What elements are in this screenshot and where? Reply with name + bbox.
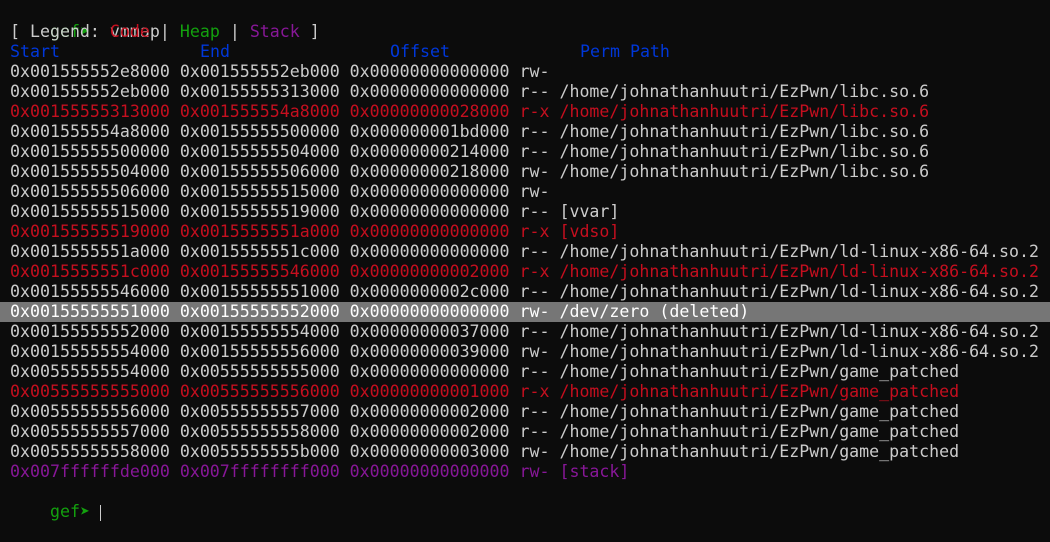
table-row: 0x00155555500000 0x00155555504000 0x0000… bbox=[10, 142, 930, 161]
text-cursor bbox=[99, 504, 101, 521]
header-offset: Offset bbox=[390, 42, 450, 61]
table-header: Start End Offset Perm Path bbox=[10, 42, 1050, 62]
table-row: 0x00155555546000 0x00155555551000 0x0000… bbox=[10, 282, 1039, 301]
table-row: 0x00155555515000 0x00155555519000 0x0000… bbox=[10, 202, 620, 221]
legend-code: Code bbox=[109, 22, 150, 41]
table-row: 0x0015555551c000 0x00155555546000 0x0000… bbox=[10, 262, 1039, 281]
terminal-window[interactable]: gef➤ vmmap [ Legend: Code | Heap | Stack… bbox=[0, 2, 1050, 521]
table-row: 0x0015555551a000 0x0015555551c000 0x0000… bbox=[10, 242, 1039, 261]
table-row: 0x00155555504000 0x00155555506000 0x0000… bbox=[10, 162, 930, 181]
table-row: 0x00155555554000 0x00155555556000 0x0000… bbox=[10, 342, 1039, 361]
table-row: 0x007ffffffde000 0x007ffffffff000 0x0000… bbox=[10, 462, 630, 481]
legend-heap: Heap bbox=[179, 22, 220, 41]
header-perm-path: Perm Path bbox=[580, 42, 670, 61]
table-row: 0x00555555556000 0x00555555557000 0x0000… bbox=[10, 402, 960, 421]
table-row: 0x00155555552000 0x00155555554000 0x0000… bbox=[10, 322, 1039, 341]
table-row: 0x00155555313000 0x001555554a8000 0x0000… bbox=[10, 102, 930, 121]
gef-prompt-next: gef➤ bbox=[49, 502, 90, 521]
table-row: 0x00555555557000 0x00555555558000 0x0000… bbox=[10, 422, 960, 441]
legend-sep-1: | bbox=[149, 22, 180, 41]
table-row: 0x001555552e8000 0x001555552eb000 0x0000… bbox=[10, 62, 560, 81]
command-line: gef➤ vmmap bbox=[10, 2, 1050, 41]
header-end: End bbox=[200, 42, 230, 61]
legend-sep-2: | bbox=[219, 22, 250, 41]
table-row: 0x00555555558000 0x0055555555b000 0x0000… bbox=[10, 442, 960, 461]
table-row-selected: 0x00155555551000 0x00155555552000 0x0000… bbox=[0, 302, 1050, 322]
legend-close: ] bbox=[299, 22, 320, 41]
table-row: 0x00555555555000 0x00555555556000 0x0000… bbox=[10, 382, 960, 401]
table-row: 0x001555554a8000 0x00155555500000 0x0000… bbox=[10, 122, 930, 141]
header-start: Start bbox=[10, 42, 60, 61]
table-row: 0x00155555506000 0x00155555515000 0x0000… bbox=[10, 182, 560, 201]
next-prompt-line: gef➤ bbox=[10, 482, 1050, 521]
memory-map-rows: 0x001555552e8000 0x001555552eb000 0x0000… bbox=[0, 62, 1050, 482]
table-row: 0x00155555519000 0x0015555551a000 0x0000… bbox=[10, 222, 620, 241]
table-row: 0x00555555554000 0x00555555555000 0x0000… bbox=[10, 362, 960, 381]
table-row: 0x001555552eb000 0x00155555313000 0x0000… bbox=[10, 82, 930, 101]
legend-open: [ Legend: bbox=[10, 22, 110, 41]
legend-line: [ Legend: Code | Heap | Stack ] bbox=[10, 22, 1050, 42]
legend-stack: Stack bbox=[249, 22, 300, 41]
